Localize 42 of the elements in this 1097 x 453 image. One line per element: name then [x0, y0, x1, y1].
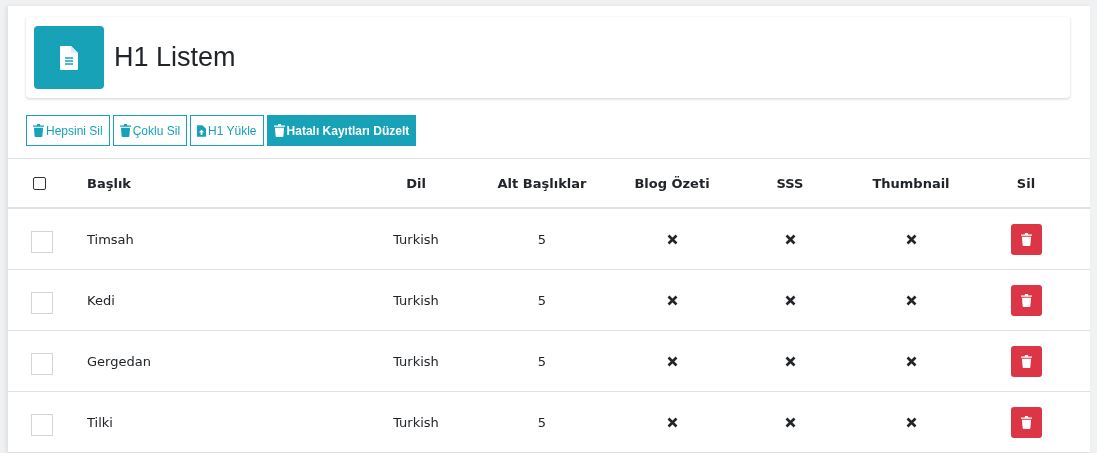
column-header: Thumbnail	[872, 175, 950, 191]
column-header: SSS	[776, 175, 804, 191]
trash-icon	[1020, 232, 1032, 246]
table-cell: Turkish	[393, 353, 439, 369]
column-header: Sil	[1016, 175, 1036, 191]
table-cell: 5	[537, 231, 547, 247]
table-cell: 5	[537, 414, 547, 430]
toolbar-button[interactable]: Hatalı Kayıtları Düzelt	[266, 115, 417, 146]
trash-icon	[33, 124, 44, 137]
delete-button[interactable]	[1010, 284, 1042, 316]
trash-icon	[1020, 415, 1032, 429]
file-upload-icon	[197, 124, 207, 137]
page-title: H1 Listem	[114, 42, 236, 73]
trash-icon	[119, 124, 131, 137]
toolbar-button[interactable]: H1 Yükle	[190, 115, 264, 146]
document-icon	[34, 26, 104, 89]
table-cell: 5	[537, 353, 547, 369]
table-cell: Timsah	[87, 231, 134, 247]
row-checkbox[interactable]	[31, 353, 53, 375]
column-header: Blog Özeti	[634, 175, 710, 191]
row-checkbox[interactable]	[31, 292, 53, 314]
table-cell: Tilki	[87, 414, 113, 430]
row-checkbox[interactable]	[31, 414, 53, 436]
column-header: Başlık	[87, 175, 131, 191]
delete-button[interactable]	[1010, 223, 1042, 255]
delete-button[interactable]	[1010, 406, 1042, 438]
delete-button[interactable]	[1010, 345, 1042, 377]
table-cell: Gergedan	[87, 353, 151, 369]
table-cell: Turkish	[393, 231, 439, 247]
table-cell: Turkish	[393, 292, 439, 308]
trash-icon	[273, 124, 285, 137]
column-header: Alt Başlıklar	[497, 175, 587, 191]
table-cell: Turkish	[393, 414, 439, 430]
toolbar-button[interactable]: Hepsini Sil	[26, 115, 110, 146]
trash-icon	[1020, 293, 1032, 307]
column-header: Dil	[406, 175, 426, 191]
trash-icon	[1020, 354, 1032, 368]
select-all-checkbox[interactable]	[32, 176, 46, 190]
toolbar-button[interactable]: Çoklu Sil	[112, 115, 188, 146]
row-checkbox[interactable]	[31, 231, 53, 253]
table-cell: 5	[537, 292, 547, 308]
table-cell: Kedi	[87, 292, 115, 308]
